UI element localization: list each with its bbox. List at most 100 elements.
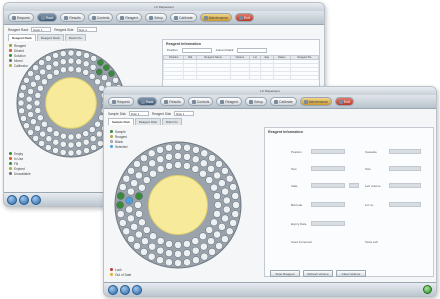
disk-slot[interactable]: [135, 210, 143, 218]
disk-slot[interactable]: [165, 258, 173, 267]
front-pause-button[interactable]: [120, 285, 130, 295]
disk-slot[interactable]: [90, 55, 98, 62]
disk-slot[interactable]: [52, 138, 60, 146]
disk-slot[interactable]: [130, 223, 138, 231]
disk-slot[interactable]: [60, 132, 67, 140]
disk-slot[interactable]: [156, 246, 165, 255]
back-toolbar-button-results[interactable]: Results: [60, 13, 85, 22]
disk-slot[interactable]: [174, 143, 182, 151]
scan-reagent-button[interactable]: Scan Reagent: [270, 270, 300, 277]
disk-slot[interactable]: [27, 88, 34, 95]
back-toolbar-button-controls[interactable]: Controls: [87, 13, 114, 22]
position-field[interactable]: [311, 149, 345, 154]
disk-slot[interactable]: [174, 259, 182, 267]
disk-slot[interactable]: [142, 226, 151, 234]
front-toolbar-button-maintenance[interactable]: Maintenance: [299, 97, 333, 106]
disk-slot[interactable]: [192, 146, 200, 154]
disk-slot[interactable]: [148, 242, 157, 251]
disk-slot[interactable]: [149, 169, 157, 178]
disk-slot[interactable]: [18, 107, 25, 115]
disk-slot[interactable]: [23, 76, 30, 84]
disk-slot[interactable]: [119, 183, 127, 191]
disk-slot[interactable]: [229, 219, 237, 227]
disk-slot[interactable]: [215, 160, 223, 168]
disk-slot[interactable]: [52, 60, 60, 68]
disk-slot[interactable]: [67, 65, 75, 73]
disk-slot[interactable]: [46, 73, 54, 80]
disk-slot[interactable]: [82, 60, 90, 68]
disk-slot[interactable]: [52, 69, 60, 76]
disk-slot[interactable]: [75, 132, 82, 140]
disk-slot[interactable]: [133, 160, 141, 168]
disk-slot[interactable]: [20, 84, 27, 91]
front-toolbar-button-request[interactable]: Request: [108, 97, 134, 106]
disk-slot[interactable]: [41, 78, 48, 86]
disk-slot[interactable]: [59, 50, 67, 57]
disk-slot[interactable]: [34, 92, 42, 99]
back-rack-select[interactable]: Rack 1: [31, 27, 52, 32]
disk-slot[interactable]: [25, 103, 33, 111]
disk-slot[interactable]: [44, 55, 52, 62]
disk-slot[interactable]: [140, 248, 148, 256]
back-toolbar-button-calibrate[interactable]: Calibrate: [170, 13, 197, 22]
barcode-field[interactable]: [311, 202, 345, 207]
disk-slot[interactable]: [213, 210, 221, 218]
disk-slot[interactable]: [130, 179, 138, 187]
disk-slot[interactable]: [52, 52, 59, 59]
disk-slot[interactable]: [231, 192, 240, 200]
disk-slot[interactable]: [192, 256, 200, 264]
disk-slot[interactable]: [134, 201, 142, 209]
back-toolbar-button-request[interactable]: Request: [8, 13, 34, 22]
disk-slot[interactable]: [59, 140, 67, 148]
disk-slot[interactable]: [37, 84, 44, 92]
disk-slot[interactable]: [207, 164, 215, 173]
disk-slot[interactable]: [95, 130, 103, 138]
front-toolbar-button-rack[interactable]: Rack: [136, 97, 158, 106]
disk-slot[interactable]: [140, 154, 148, 162]
back-tab-1[interactable]: Reagent Rack: [36, 34, 64, 41]
disk-slot[interactable]: [82, 69, 90, 76]
disk-slot[interactable]: [27, 70, 34, 77]
vials-unit-field[interactable]: [349, 183, 359, 188]
disk-slot[interactable]: [116, 210, 125, 218]
disk-slot[interactable]: [27, 129, 34, 136]
disk-slot[interactable]: [231, 210, 240, 218]
back-type-input[interactable]: [237, 48, 268, 53]
disk-slot[interactable]: [88, 126, 96, 133]
disk-slot[interactable]: [183, 143, 191, 152]
front-tab-2[interactable]: Disk Info: [161, 118, 182, 125]
disk-slot[interactable]: [183, 240, 191, 248]
disk-slot[interactable]: [75, 66, 82, 74]
front-reagent-disk-select[interactable]: Disk 1: [174, 111, 195, 116]
back-side-select[interactable]: Side 1: [76, 27, 97, 32]
disk-slot[interactable]: [229, 183, 237, 191]
disk-slot[interactable]: [232, 201, 240, 209]
disk-slot[interactable]: [45, 135, 53, 143]
disk-slot[interactable]: [46, 126, 54, 133]
disk-slot[interactable]: [199, 242, 208, 251]
front-tab-0[interactable]: Sample Disk: [108, 118, 134, 125]
disk-slot[interactable]: [156, 146, 164, 154]
back-position-input[interactable]: [181, 48, 212, 53]
disk-slot[interactable]: [67, 141, 75, 149]
disk-slot[interactable]: [165, 153, 173, 161]
disk-slot[interactable]: [156, 155, 165, 164]
disk-slot[interactable]: [214, 201, 222, 209]
disk-slot[interactable]: [60, 66, 67, 74]
disk-slot[interactable]: [174, 152, 182, 160]
disk-slot[interactable]: [210, 218, 218, 227]
disk-slot[interactable]: [127, 187, 135, 196]
back-toolbar-button-rack[interactable]: Rack: [36, 13, 58, 22]
disk-slot[interactable]: [88, 73, 96, 80]
back-stop-button[interactable]: [31, 195, 41, 205]
back-toolbar-button-maintenance[interactable]: Maintenance: [199, 13, 233, 22]
disk-slot[interactable]: [210, 183, 218, 192]
front-rack-disk[interactable]: [114, 141, 242, 269]
disk-slot[interactable]: [52, 130, 60, 137]
disk-slot[interactable]: [222, 196, 231, 205]
disk-slot[interactable]: [225, 227, 234, 236]
disk-slot[interactable]: [174, 250, 182, 258]
back-play-button[interactable]: [7, 195, 17, 205]
disk-slot[interactable]: [41, 120, 48, 128]
front-toolbar-button-reagent[interactable]: Reagent: [216, 97, 243, 106]
